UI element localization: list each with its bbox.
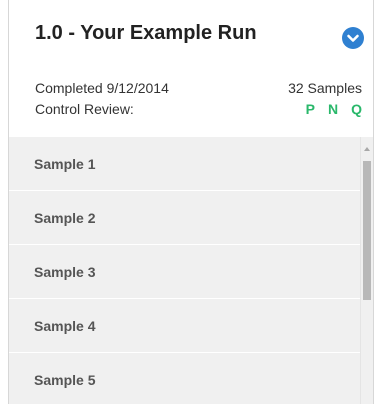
sample-label: Sample 1 xyxy=(34,156,96,172)
flag-p[interactable]: P xyxy=(306,101,315,117)
run-header: 1.0 - Your Example Run Completed 9/12/20… xyxy=(9,0,373,137)
control-review-row: Control Review: P N Q xyxy=(35,101,362,117)
sample-list-container: Sample 1 Sample 2 Sample 3 Sample 4 Samp… xyxy=(9,137,373,404)
expand-button[interactable] xyxy=(342,27,364,49)
list-item[interactable]: Sample 1 xyxy=(9,137,363,191)
scrollbar-thumb[interactable] xyxy=(363,161,371,300)
completed-date: Completed 9/12/2014 xyxy=(35,80,169,96)
sample-label: Sample 3 xyxy=(34,264,96,280)
list-item[interactable]: Sample 4 xyxy=(9,299,363,353)
scrollbar[interactable] xyxy=(360,137,373,404)
run-meta-row: Completed 9/12/2014 32 Samples xyxy=(35,80,362,96)
run-title: 1.0 - Your Example Run xyxy=(35,22,257,44)
run-panel: 1.0 - Your Example Run Completed 9/12/20… xyxy=(8,0,374,404)
scroll-up-arrow-icon[interactable] xyxy=(364,147,370,151)
chevron-down-icon xyxy=(347,34,359,42)
list-item[interactable]: Sample 2 xyxy=(9,191,363,245)
list-item[interactable]: Sample 3 xyxy=(9,245,363,299)
list-item[interactable]: Sample 5 xyxy=(9,353,363,404)
flag-q[interactable]: Q xyxy=(351,101,362,117)
sample-count: 32 Samples xyxy=(288,80,362,96)
sample-label: Sample 2 xyxy=(34,210,96,226)
sample-list: Sample 1 Sample 2 Sample 3 Sample 4 Samp… xyxy=(9,137,363,404)
sample-label: Sample 5 xyxy=(34,372,96,388)
control-review-label: Control Review: xyxy=(35,101,134,117)
sample-label: Sample 4 xyxy=(34,318,96,334)
flag-n[interactable]: N xyxy=(328,101,338,117)
control-flags: P N Q xyxy=(306,101,362,117)
